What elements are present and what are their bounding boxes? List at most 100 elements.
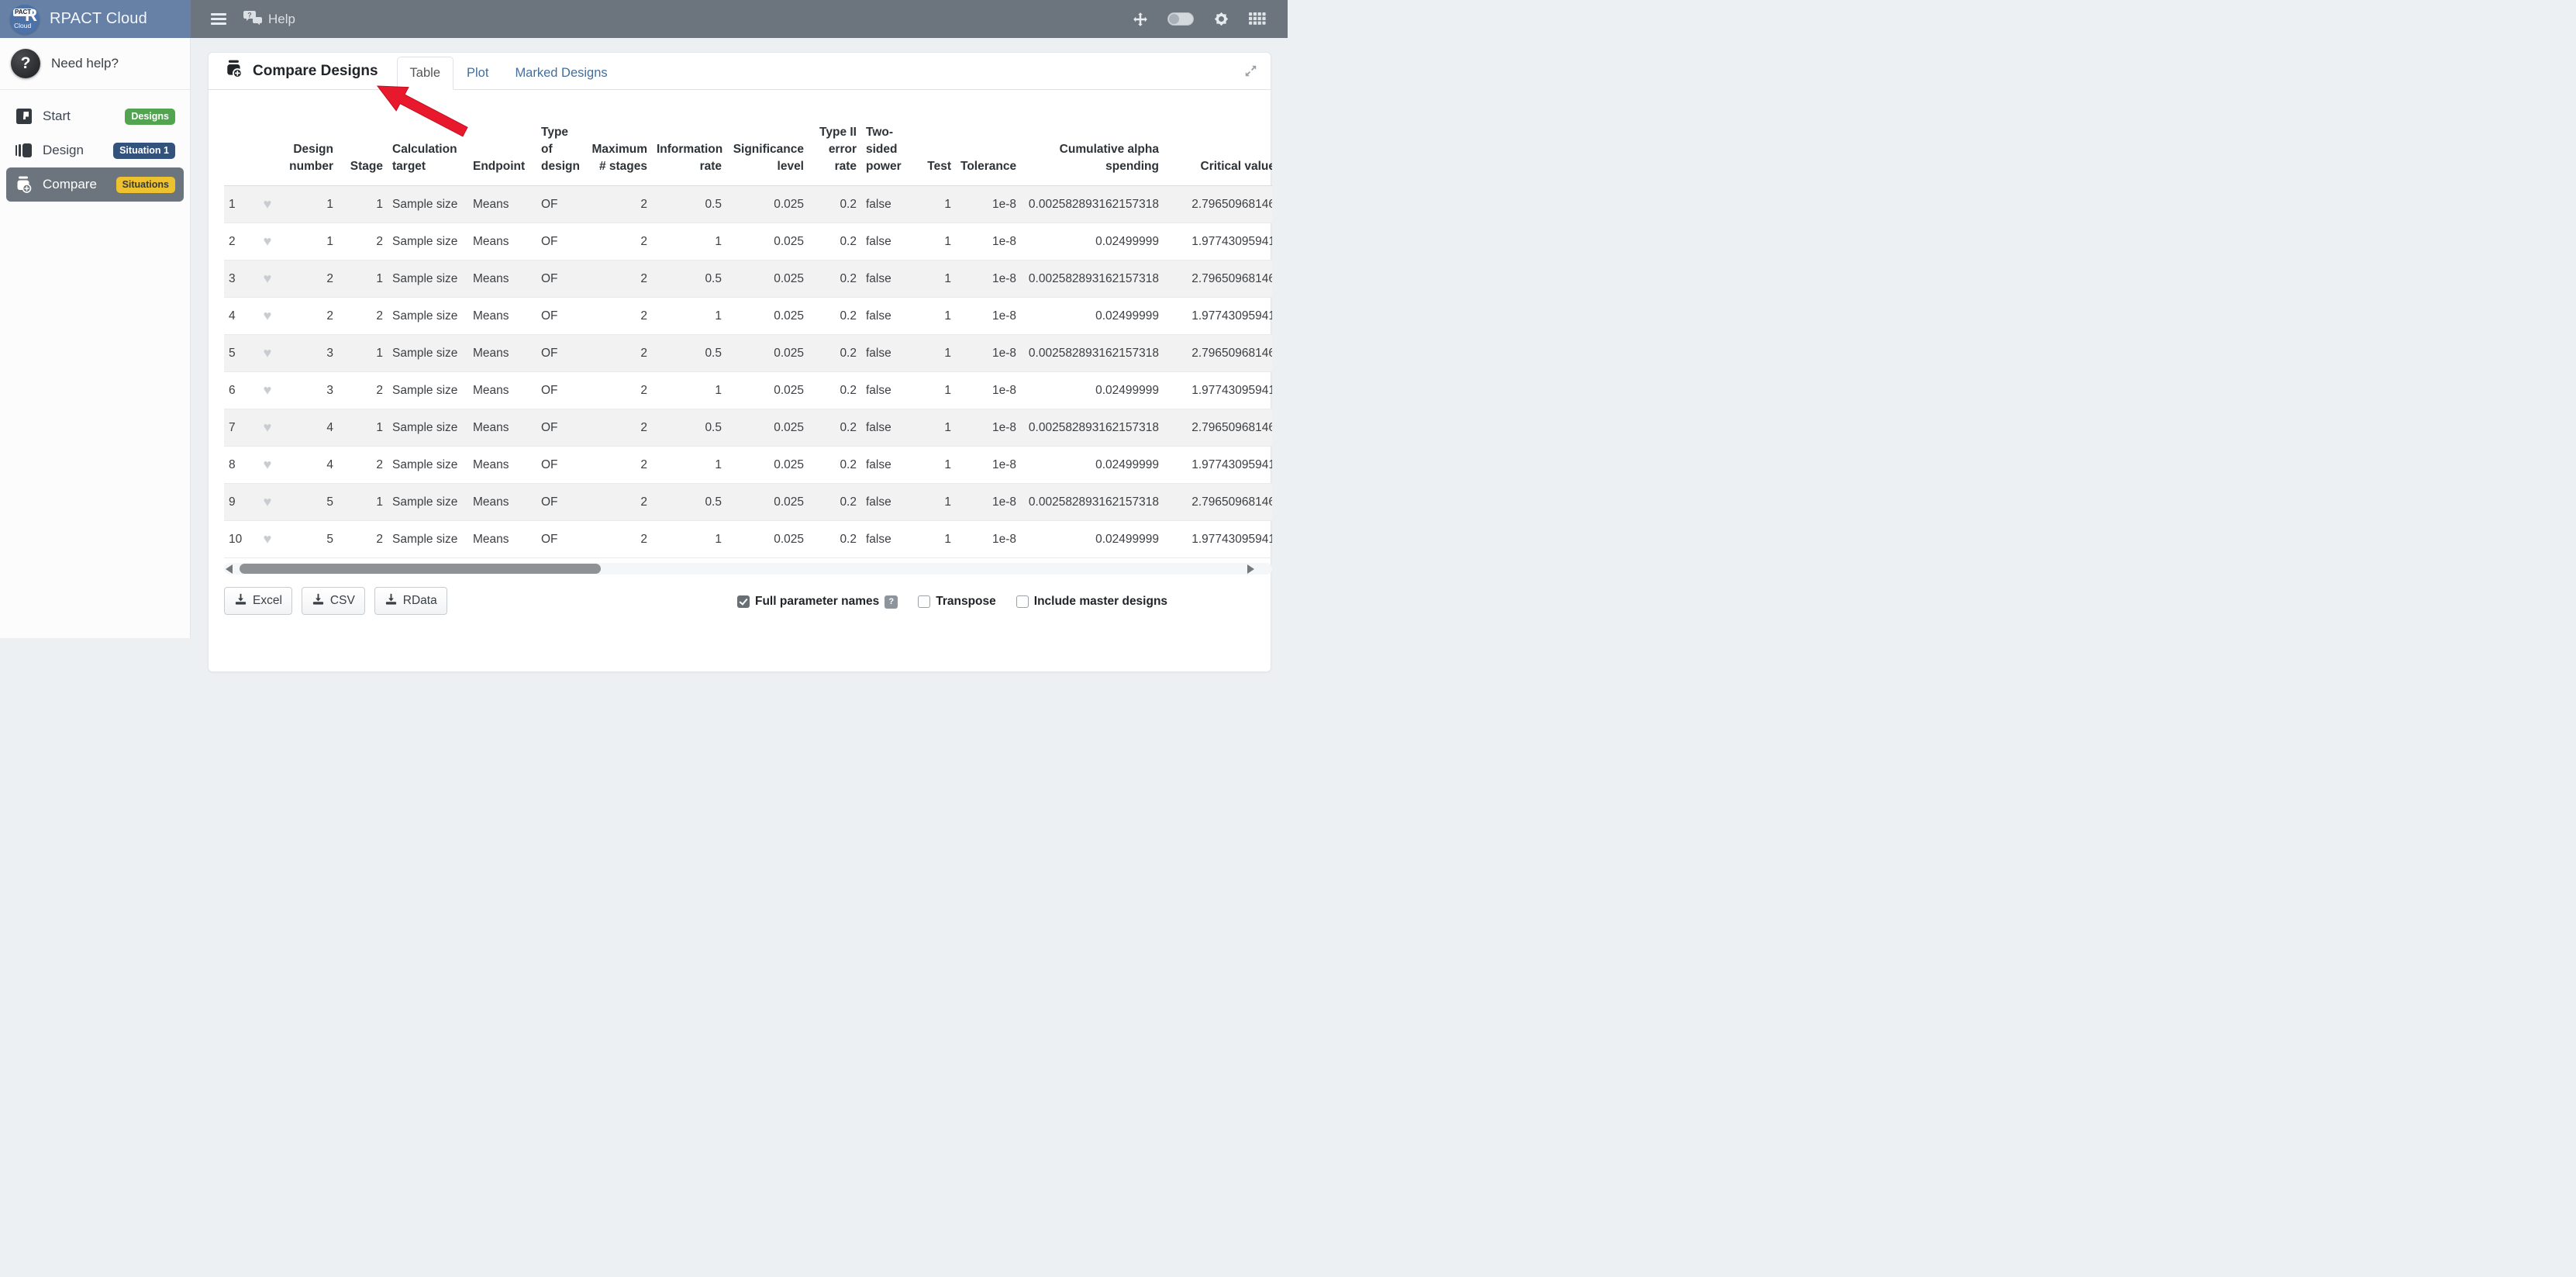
table-cell: 0.5 <box>652 335 726 372</box>
table-cell: 0.2 <box>809 447 861 484</box>
table-cell: Sample size <box>388 186 468 223</box>
table-cell: OF <box>536 447 581 484</box>
heart-icon[interactable]: ♥ <box>264 345 272 361</box>
sidebar-item-compare[interactable]: CompareSituations <box>6 167 184 202</box>
panel-title-text: Compare Designs <box>253 63 378 80</box>
table-cell: 1 <box>338 186 388 223</box>
checkbox-label: Include master designs <box>1034 595 1167 609</box>
heart-icon[interactable]: ♥ <box>264 494 272 509</box>
table-cell: 1 <box>652 298 726 335</box>
table-cell: OF <box>536 372 581 409</box>
table-cell: 2 <box>581 261 652 298</box>
checkbox[interactable] <box>918 595 930 608</box>
design-icon <box>15 142 33 159</box>
table-cell: Means <box>468 372 536 409</box>
column-header: Calculation target <box>388 90 468 186</box>
table-cell: 1 <box>281 186 338 223</box>
heart-icon[interactable]: ♥ <box>264 271 272 286</box>
table-cell: 0.5 <box>652 409 726 447</box>
mark-design-cell: ♥ <box>253 409 281 447</box>
app-window: R PACT Cloud RPACT Cloud ? Help <box>0 0 1288 638</box>
panel-expand-icon[interactable] <box>1243 64 1258 78</box>
heart-icon[interactable]: ♥ <box>264 308 272 323</box>
table-cell: false <box>861 223 917 261</box>
table-cell: 0.025 <box>726 484 809 521</box>
theme-toggle[interactable] <box>1167 12 1194 26</box>
tab-marked-designs[interactable]: Marked Designs <box>502 57 620 90</box>
sidebar-nav: StartDesignsDesignSituation 1CompareSitu… <box>0 99 190 202</box>
table-cell: 0.025 <box>726 298 809 335</box>
table-cell: 0.025 <box>726 261 809 298</box>
sidebar-item-design[interactable]: DesignSituation 1 <box>6 133 184 167</box>
checkbox[interactable] <box>737 595 750 608</box>
table-cell: 2 <box>581 298 652 335</box>
need-help-button[interactable]: ? Need help? <box>0 47 190 80</box>
column-header: Information rate <box>652 90 726 186</box>
option-include-master-designs[interactable]: Include master designs <box>1016 595 1167 609</box>
row-number-cell: 6 <box>224 372 253 409</box>
tab-plot[interactable]: Plot <box>453 57 502 90</box>
table-cell: 0.5 <box>652 261 726 298</box>
scrollbar-thumb[interactable] <box>240 564 601 574</box>
table-cell: Sample size <box>388 521 468 558</box>
export-excel-button[interactable]: Excel <box>224 587 292 615</box>
table-cell: 0.025 <box>726 335 809 372</box>
table-cell: 1e-8 <box>956 223 1021 261</box>
table-cell: 0.02499999 <box>1021 447 1164 484</box>
table-cell: 1e-8 <box>956 484 1021 521</box>
table-cell: OF <box>536 298 581 335</box>
tab-table[interactable]: Table <box>397 57 453 90</box>
sidebar-item-start[interactable]: StartDesigns <box>6 99 184 133</box>
tab-bar: TablePlotMarked Designs <box>397 57 621 90</box>
option-full-parameter-names[interactable]: Full parameter names? <box>737 595 898 609</box>
mark-design-cell: ♥ <box>253 261 281 298</box>
table-cell: 0.2 <box>809 261 861 298</box>
status-badge: Situation 1 <box>113 143 175 159</box>
table-cell: 1.97743095941 <box>1164 372 1272 409</box>
grid-view-icon[interactable] <box>1249 12 1266 26</box>
need-help-label: Need help? <box>51 56 119 71</box>
table-cell: 2 <box>281 298 338 335</box>
table-cell: 1 <box>338 335 388 372</box>
table-cell: 4 <box>281 447 338 484</box>
heart-icon[interactable]: ♥ <box>264 196 272 212</box>
brand-block: R PACT Cloud RPACT Cloud <box>0 0 191 38</box>
row-number-cell: 9 <box>224 484 253 521</box>
scroll-right-arrow[interactable] <box>1247 564 1254 574</box>
help-button[interactable]: ? Help <box>243 10 295 29</box>
column-header: Two-sided power <box>861 90 917 186</box>
row-number-cell: 8 <box>224 447 253 484</box>
checkbox-label: Full parameter names <box>755 595 879 609</box>
table-row: 9♥51Sample sizeMeansOF20.50.0250.2false1… <box>224 484 1272 521</box>
table-cell: OF <box>536 521 581 558</box>
help-badge-icon[interactable]: ? <box>885 595 898 609</box>
heart-icon[interactable]: ♥ <box>264 457 272 472</box>
heart-icon[interactable]: ♥ <box>264 419 272 435</box>
table-row: 7♥41Sample sizeMeansOF20.50.0250.2false1… <box>224 409 1272 447</box>
table-cell: 2 <box>338 521 388 558</box>
table-header-row: ♥Design numberStageCalculation targetEnd… <box>224 90 1272 186</box>
option-transpose[interactable]: Transpose <box>918 595 996 609</box>
row-number-cell: 3 <box>224 261 253 298</box>
export-rdata-button[interactable]: RData <box>374 587 447 615</box>
table-cell: 2.79650968146 <box>1164 186 1272 223</box>
heart-icon[interactable]: ♥ <box>264 233 272 249</box>
button-label: Excel <box>253 594 282 608</box>
scroll-left-arrow[interactable] <box>226 564 233 574</box>
heart-icon[interactable]: ♥ <box>264 531 272 547</box>
table-cell: 1 <box>917 186 956 223</box>
table-cell: 1 <box>338 409 388 447</box>
export-csv-button[interactable]: CSV <box>302 587 365 615</box>
settings-gear-icon[interactable] <box>1213 11 1229 27</box>
table-cell: 1 <box>652 521 726 558</box>
table-cell: 2 <box>581 409 652 447</box>
heart-icon[interactable]: ♥ <box>264 382 272 398</box>
table-cell: 2 <box>581 186 652 223</box>
hamburger-icon[interactable] <box>211 13 226 25</box>
button-label: RData <box>403 594 437 608</box>
column-header: Test <box>917 90 956 186</box>
checkbox[interactable] <box>1016 595 1029 608</box>
table-row: 2♥12Sample sizeMeansOF210.0250.2false11e… <box>224 223 1272 261</box>
table-cell: Sample size <box>388 223 468 261</box>
expand-arrows-icon[interactable] <box>1133 12 1148 27</box>
